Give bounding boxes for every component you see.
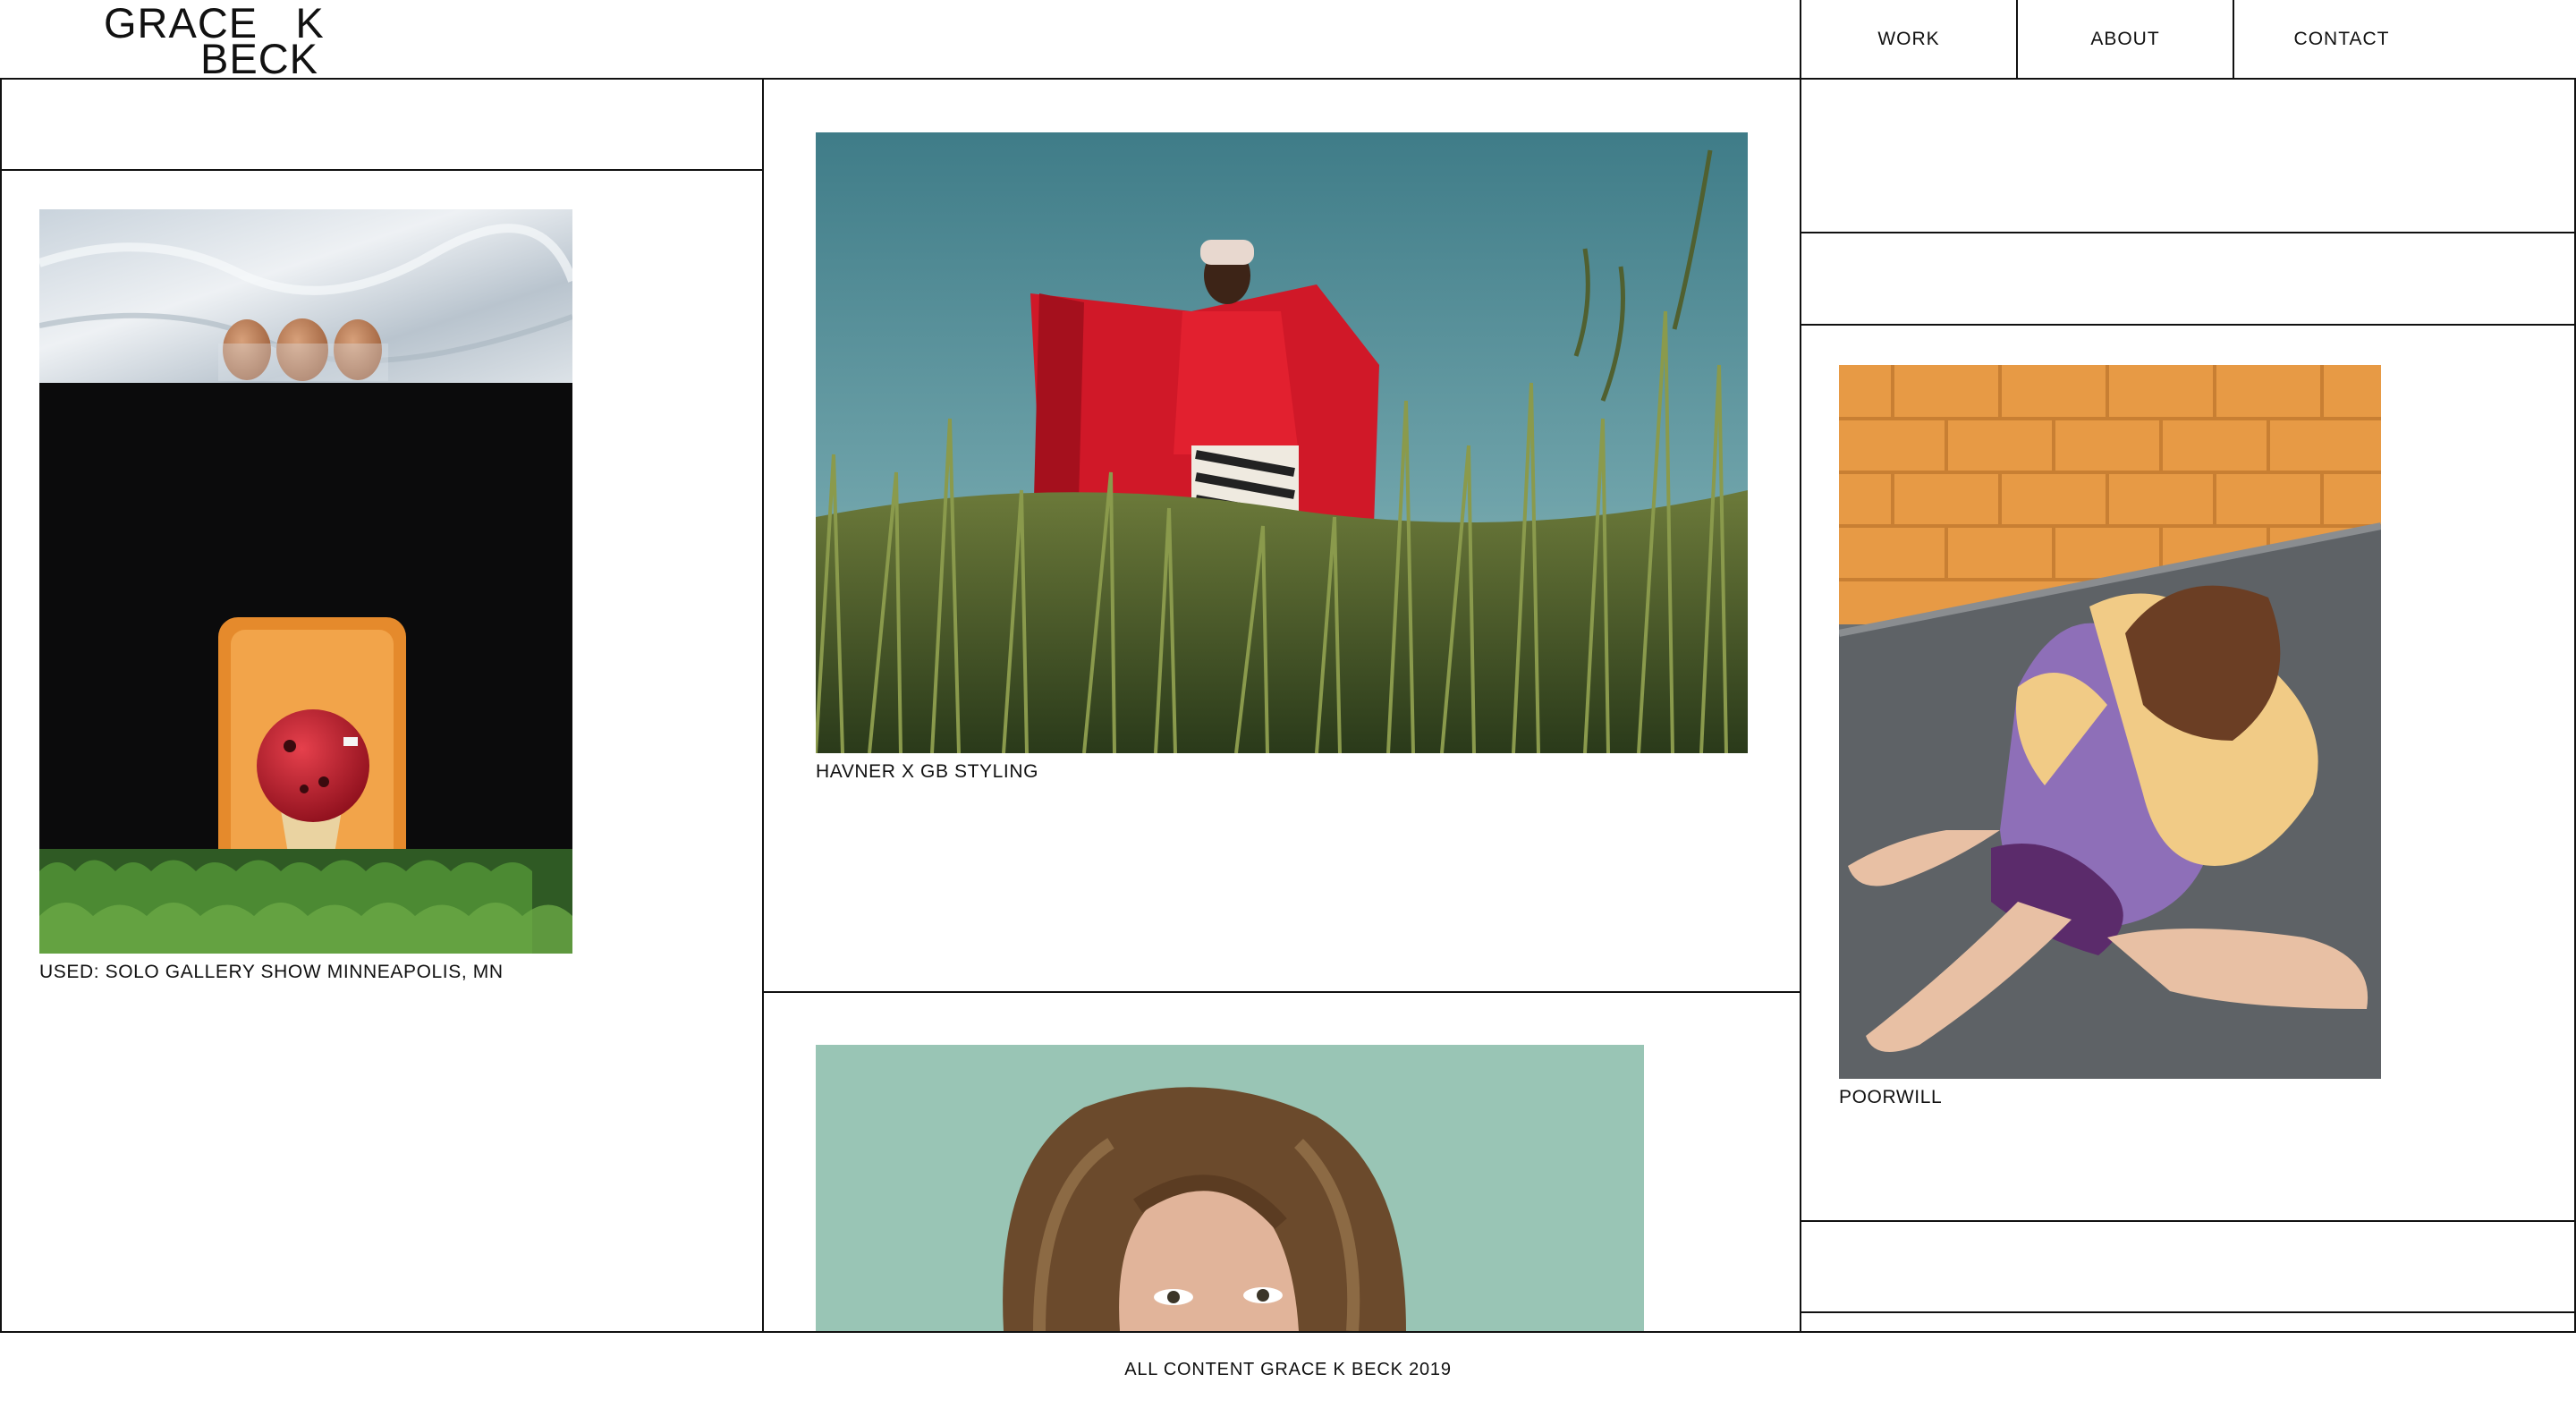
project-image-portrait[interactable]	[816, 1045, 1644, 1331]
nav-work[interactable]: WORK	[1801, 0, 2017, 79]
project-image-used[interactable]	[39, 209, 572, 954]
project-image-poorwill[interactable]	[1839, 365, 2381, 1079]
nav-contact[interactable]: CONTACT	[2233, 0, 2450, 79]
project-caption-havner[interactable]: HAVNER X GB STYLING	[816, 761, 1038, 783]
project-image-havner[interactable]	[816, 132, 1748, 753]
footer-copyright: ALL CONTENT GRACE K BECK 2019	[1124, 1360, 1452, 1379]
site-logo[interactable]: GRACE K BECK	[104, 0, 324, 82]
project-caption-used[interactable]: USED: SOLO GALLERY SHOW MINNEAPOLIS, MN	[39, 962, 504, 983]
project-caption-poorwill[interactable]: POORWILL	[1839, 1087, 1942, 1108]
logo-line-2: BECK	[200, 35, 318, 82]
nav-about[interactable]: ABOUT	[2017, 0, 2233, 79]
